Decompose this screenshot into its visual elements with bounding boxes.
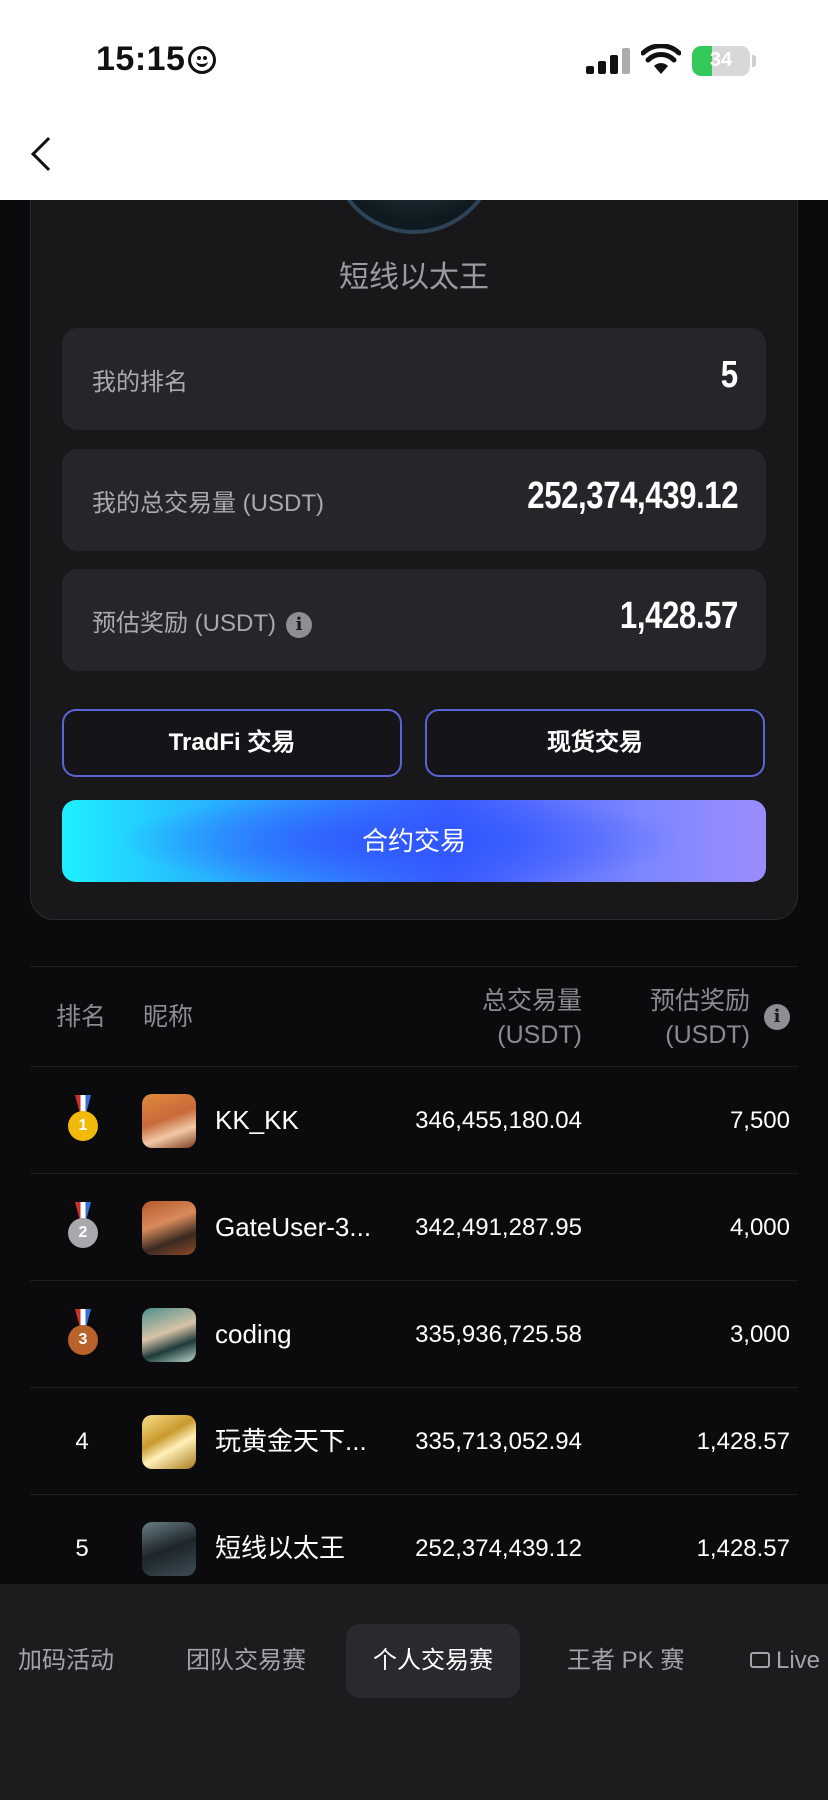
estimated-reward-label: 预估奖励 (USDT) (92, 610, 276, 637)
avatar (142, 1201, 196, 1255)
row-reward: 7,500 (729, 1107, 790, 1134)
tab-live[interactable]: Live (750, 1624, 820, 1698)
row-reward: 3,000 (729, 1321, 790, 1348)
info-icon[interactable]: i (285, 611, 312, 638)
tab-live-label: Live (776, 1647, 821, 1674)
header-rank: 排名 (56, 1003, 107, 1031)
rank-number: 1 (68, 1111, 98, 1141)
row-volume: 335,713,052.94 (415, 1428, 582, 1455)
tab-team-competition[interactable]: 团队交易赛 (186, 1624, 306, 1698)
row-nickname: GateUser-3... (215, 1212, 372, 1242)
row-reward: 4,000 (729, 1214, 790, 1241)
my-rank-card: 我的排名 5 (62, 328, 766, 430)
avatar (142, 1094, 196, 1148)
smiley-icon (188, 46, 216, 74)
estimated-reward-value: 1,428.57 (619, 595, 738, 637)
header-reward-line2: (USDT) (665, 1021, 750, 1049)
table-row[interactable]: 4 玩黄金天下... 335,713,052.94 1,428.57 (30, 1388, 798, 1495)
row-reward: 1,428.57 (696, 1428, 790, 1455)
tab-individual-competition[interactable]: 个人交易赛 (346, 1624, 520, 1698)
silver-medal-icon: 2 (68, 1202, 98, 1250)
header-reward-line1: 预估奖励 (649, 987, 750, 1015)
my-volume-label: 我的总交易量 (USDT) (92, 490, 324, 517)
header-volume-line1: 总交易量 (481, 987, 582, 1015)
back-button[interactable] (31, 137, 65, 171)
header-nickname: 昵称 (143, 1003, 194, 1031)
row-nickname: 玩黄金天下... (215, 1426, 367, 1456)
battery-icon: 34 (692, 46, 750, 76)
rank-number: 3 (68, 1325, 98, 1355)
profile-name: 短线以太王 (339, 261, 489, 294)
battery-level: 34 (709, 49, 733, 71)
estimated-reward-card: 预估奖励 (USDT) i 1,428.57 (62, 569, 766, 671)
bottom-tab-bar: 加码活动 团队交易赛 个人交易赛 王者 PK 赛 Live (0, 1584, 828, 1800)
gold-medal-icon: 1 (68, 1095, 98, 1143)
rank-number: 2 (68, 1218, 98, 1248)
leaderboard-table: 排名 昵称 总交易量 (USDT) 预估奖励 (USDT) i 1 KK_KK … (30, 966, 798, 1602)
row-volume: 346,455,180.04 (415, 1107, 582, 1134)
rank-number: 4 (75, 1428, 89, 1455)
battery-tip (752, 55, 756, 67)
row-volume: 335,936,725.58 (415, 1321, 582, 1348)
estimated-reward-label-wrap: 预估奖励 (USDT) i (92, 603, 312, 638)
my-volume-card: 我的总交易量 (USDT) 252,374,439.12 (62, 449, 766, 551)
status-bar: 15:15 34 (0, 0, 828, 200)
row-nickname: coding (215, 1319, 292, 1349)
table-row[interactable]: 2 GateUser-3... 342,491,287.95 4,000 (30, 1174, 798, 1281)
cellular-signal-icon (586, 48, 630, 74)
table-header: 排名 昵称 总交易量 (USDT) 预估奖励 (USDT) i (30, 967, 798, 1067)
tradfi-trade-button[interactable]: TradFi 交易 (62, 709, 402, 777)
avatar (142, 1522, 196, 1576)
avatar (142, 1415, 196, 1469)
header-volume-line2: (USDT) (497, 1021, 582, 1049)
header-volume: 总交易量 (USDT) (482, 984, 582, 1052)
clock: 15:15 (96, 40, 186, 78)
table-row[interactable]: 1 KK_KK 346,455,180.04 7,500 (30, 1067, 798, 1174)
live-tv-icon (750, 1651, 770, 1668)
my-rank-value: 5 (721, 354, 738, 396)
avatar (142, 1308, 196, 1362)
reward-info-icon[interactable]: i (764, 1004, 790, 1030)
spot-trade-button[interactable]: 现货交易 (425, 709, 765, 777)
tab-king-pk[interactable]: 王者 PK 赛 (567, 1624, 684, 1698)
futures-trade-button[interactable]: 合约交易 (62, 800, 766, 882)
bronze-medal-icon: 3 (68, 1309, 98, 1357)
table-row[interactable]: 3 coding 335,936,725.58 3,000 (30, 1281, 798, 1388)
header-reward: 预估奖励 (USDT) (650, 984, 750, 1052)
row-nickname: KK_KK (215, 1105, 299, 1135)
row-volume: 342,491,287.95 (415, 1214, 582, 1241)
tab-boost-activity[interactable]: 加码活动 (18, 1624, 114, 1698)
wifi-icon (641, 44, 681, 74)
my-volume-value: 252,374,439.12 (527, 475, 738, 517)
my-rank-label: 我的排名 (92, 369, 188, 396)
